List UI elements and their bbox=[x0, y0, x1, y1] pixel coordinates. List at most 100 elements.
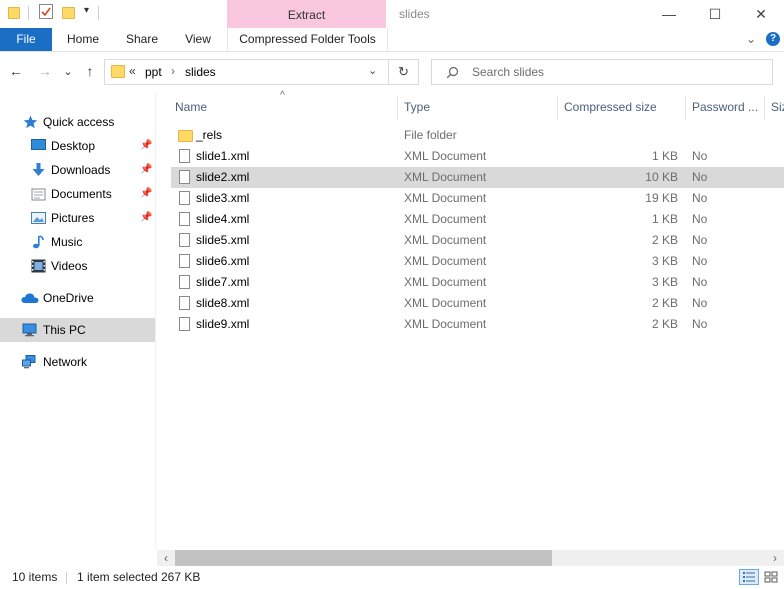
column-header-size[interactable]: Siz bbox=[771, 96, 784, 120]
sidebar-item-label: Desktop bbox=[51, 139, 96, 153]
address-dropdown-icon[interactable]: ⌄ bbox=[368, 64, 377, 77]
sidebar-item-desktop[interactable]: Desktop 📌 bbox=[0, 134, 155, 158]
sidebar-item-label: Videos bbox=[51, 259, 88, 273]
forward-button[interactable]: → bbox=[35, 60, 55, 82]
download-arrow-icon bbox=[32, 163, 45, 176]
folder-icon bbox=[178, 130, 193, 142]
sidebar-item-documents[interactable]: Documents 📌 bbox=[0, 182, 155, 206]
sort-ascending-icon: ^ bbox=[280, 90, 285, 101]
folder-icon[interactable] bbox=[8, 7, 20, 19]
list-item[interactable]: _rels File folder bbox=[171, 125, 784, 146]
list-item[interactable]: slide4.xml XML Document 1 KB No bbox=[171, 209, 784, 230]
xml-file-icon bbox=[179, 212, 190, 226]
file-password: No bbox=[692, 191, 708, 205]
scroll-left-button[interactable]: ‹ bbox=[159, 551, 173, 565]
sidebar-item-pictures[interactable]: Pictures 📌 bbox=[0, 206, 155, 230]
help-icon[interactable]: ? bbox=[766, 32, 780, 46]
sidebar-item-onedrive[interactable]: OneDrive bbox=[0, 286, 155, 310]
pin-icon[interactable]: 📌 bbox=[140, 158, 152, 182]
breadcrumb-separator[interactable]: › bbox=[171, 64, 175, 78]
list-item[interactable]: slide7.xml XML Document 3 KB No bbox=[171, 272, 784, 293]
refresh-button[interactable]: ↻ bbox=[389, 59, 419, 85]
file-size: 2 KB bbox=[651, 317, 678, 331]
tab-compressed-folder-tools[interactable]: Compressed Folder Tools bbox=[227, 28, 388, 51]
column-divider[interactable] bbox=[557, 96, 558, 120]
column-header-password[interactable]: Password ... bbox=[692, 96, 758, 120]
list-item[interactable]: slide6.xml XML Document 3 KB No bbox=[171, 251, 784, 272]
contextual-tab-header: Extract bbox=[227, 0, 386, 28]
search-input[interactable]: Search slides bbox=[431, 59, 773, 85]
tab-share[interactable]: Share bbox=[116, 28, 168, 51]
file-name: slide5.xml bbox=[196, 233, 250, 247]
address-bar[interactable]: « ppt › slides ⌄ bbox=[104, 59, 389, 85]
xml-file-icon bbox=[179, 191, 190, 205]
status-item-count: 10 items bbox=[12, 570, 58, 584]
tab-home[interactable]: Home bbox=[58, 28, 108, 51]
file-password: No bbox=[692, 317, 708, 331]
list-item[interactable]: slide9.xml XML Document 2 KB No bbox=[171, 314, 784, 335]
status-separator bbox=[66, 572, 67, 584]
music-note-icon bbox=[33, 235, 44, 249]
sidebar-item-quick-access[interactable]: Quick access bbox=[0, 110, 155, 134]
file-password: No bbox=[692, 296, 708, 310]
scrollbar-thumb[interactable] bbox=[175, 550, 552, 566]
column-header-compressed-size[interactable]: Compressed size bbox=[564, 96, 657, 120]
sidebar-item-label: Network bbox=[43, 355, 88, 369]
list-item[interactable]: slide8.xml XML Document 2 KB No bbox=[171, 293, 784, 314]
sidebar-item-this-pc[interactable]: This PC bbox=[0, 318, 155, 342]
column-header-type[interactable]: Type bbox=[404, 96, 430, 120]
large-icons-view-icon[interactable] bbox=[763, 569, 779, 585]
expand-ribbon-icon[interactable]: ⌄ bbox=[742, 28, 760, 51]
scroll-right-button[interactable]: › bbox=[768, 551, 782, 565]
minimize-button[interactable]: — bbox=[646, 0, 692, 28]
list-item[interactable]: slide5.xml XML Document 2 KB No bbox=[171, 230, 784, 251]
breadcrumb-slides[interactable]: slides bbox=[185, 65, 216, 79]
back-button[interactable]: ← bbox=[6, 60, 26, 82]
file-size: 1 KB bbox=[651, 212, 678, 226]
tab-view[interactable]: View bbox=[174, 28, 222, 51]
file-name: _rels bbox=[196, 128, 223, 142]
file-type: XML Document bbox=[404, 149, 487, 163]
list-item-selected[interactable]: slide2.xml XML Document 10 KB No bbox=[171, 167, 784, 188]
new-folder-icon[interactable] bbox=[62, 7, 75, 19]
search-icon bbox=[446, 66, 459, 79]
properties-check-icon[interactable] bbox=[39, 4, 53, 19]
file-type: File folder bbox=[404, 128, 457, 142]
pin-icon[interactable]: 📌 bbox=[140, 182, 152, 206]
sidebar-item-videos[interactable]: Videos bbox=[0, 254, 155, 278]
sidebar-item-music[interactable]: Music bbox=[0, 230, 155, 254]
search-placeholder: Search slides bbox=[472, 65, 545, 79]
details-view-icon[interactable] bbox=[739, 569, 759, 585]
file-type: XML Document bbox=[404, 170, 487, 184]
pin-icon[interactable]: 📌 bbox=[140, 206, 152, 230]
nav-pane-divider bbox=[155, 93, 156, 550]
window-title: slides bbox=[399, 7, 430, 21]
xml-file-icon bbox=[179, 317, 190, 331]
sidebar-item-downloads[interactable]: Downloads 📌 bbox=[0, 158, 155, 182]
desktop-icon bbox=[31, 139, 46, 150]
close-button[interactable]: ✕ bbox=[738, 0, 784, 28]
sidebar-item-label: Documents bbox=[51, 187, 112, 201]
column-divider[interactable] bbox=[764, 96, 765, 120]
tab-file[interactable]: File bbox=[0, 28, 52, 51]
maximize-button[interactable]: ☐ bbox=[692, 0, 738, 28]
qa-separator bbox=[28, 6, 29, 20]
up-button[interactable]: ↑ bbox=[80, 60, 100, 82]
list-item[interactable]: slide3.xml XML Document 19 KB No bbox=[171, 188, 784, 209]
file-size: 2 KB bbox=[651, 233, 678, 247]
pin-icon[interactable]: 📌 bbox=[140, 134, 152, 158]
column-divider[interactable] bbox=[397, 96, 398, 120]
breadcrumb-ppt[interactable]: ppt bbox=[145, 65, 162, 79]
recent-locations-button[interactable]: ⌄ bbox=[60, 60, 76, 82]
file-password: No bbox=[692, 170, 708, 184]
xml-file-icon bbox=[179, 254, 190, 268]
breadcrumb-overflow[interactable]: « bbox=[129, 64, 136, 78]
sidebar-item-label: Pictures bbox=[51, 211, 95, 225]
column-header-name[interactable]: Name bbox=[175, 96, 207, 120]
column-divider[interactable] bbox=[685, 96, 686, 120]
list-item[interactable]: slide1.xml XML Document 1 KB No bbox=[171, 146, 784, 167]
file-name: slide4.xml bbox=[196, 212, 250, 226]
customize-dropdown-icon[interactable]: ▾ bbox=[84, 5, 89, 16]
file-size: 10 KB bbox=[645, 170, 678, 184]
sidebar-item-network[interactable]: Network bbox=[0, 350, 155, 374]
